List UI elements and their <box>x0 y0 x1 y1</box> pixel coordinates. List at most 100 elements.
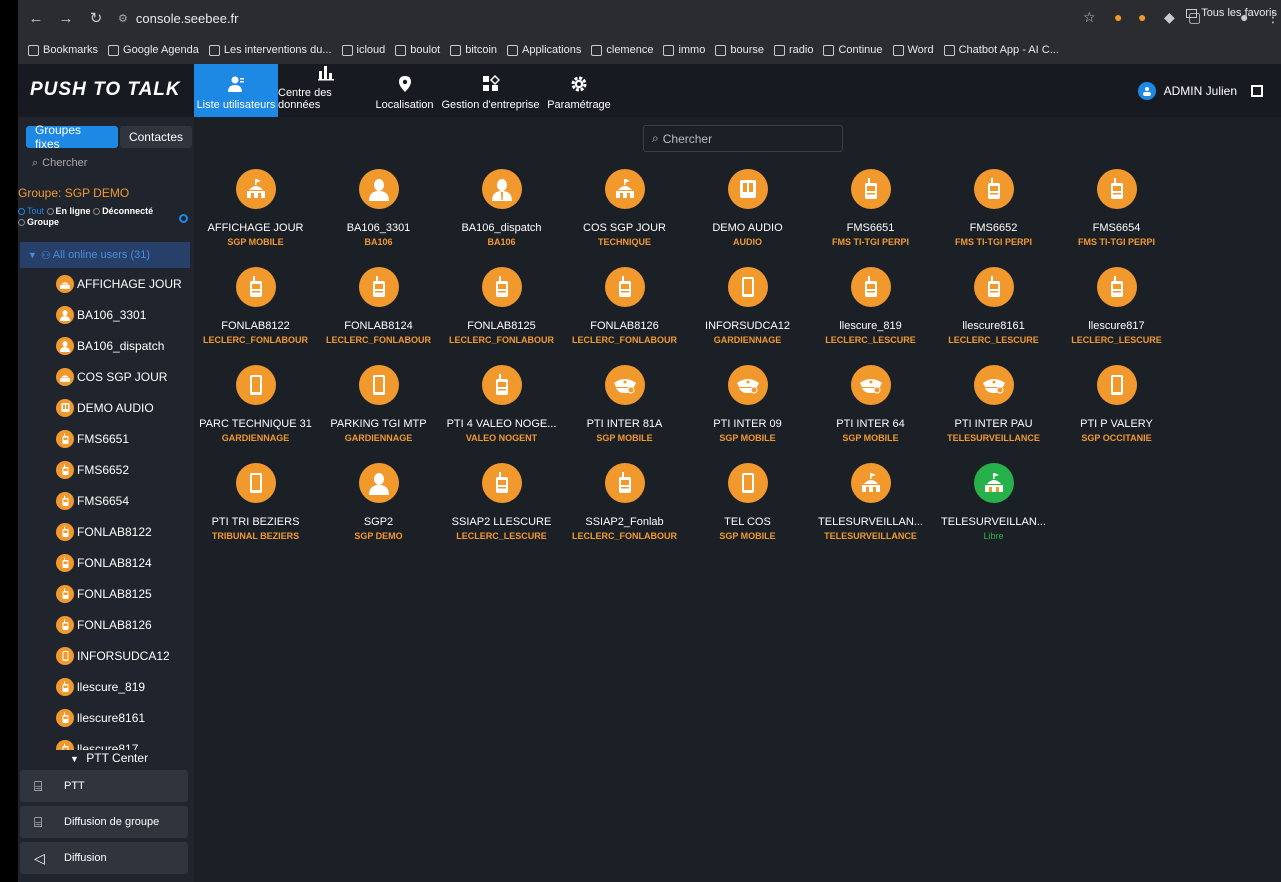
list-item[interactable]: FONLAB8124 <box>18 547 194 578</box>
filter-groupe[interactable]: Groupe <box>18 217 59 227</box>
list-item[interactable]: FONLAB8125 <box>18 578 194 609</box>
user-card[interactable]: llescure817 LECLERC_LESCURE <box>1055 267 1178 363</box>
list-item[interactable]: FONLAB8122 <box>18 516 194 547</box>
user-card[interactable]: TELESURVEILLAN... Libre <box>932 463 1055 559</box>
list-item[interactable]: BA106_3301 <box>18 299 194 330</box>
ptt-button[interactable]: ⌸ PTT <box>20 770 188 802</box>
main-search-input[interactable]: ⌕ Chercher <box>643 125 843 152</box>
list-item[interactable]: llescure8161 <box>18 702 194 733</box>
filter-en-ligne[interactable]: En ligne <box>46 206 91 216</box>
user-card[interactable]: PTI INTER 64 SGP MOBILE <box>809 365 932 461</box>
bookmark-item[interactable]: Google Agenda <box>108 44 199 56</box>
extension-icon[interactable]: ◆ <box>1164 9 1175 26</box>
user-card[interactable]: PTI INTER 09 SGP MOBILE <box>686 365 809 461</box>
list-item[interactable]: FMS6651 <box>18 423 194 454</box>
site-info-icon[interactable]: ⚙ <box>118 12 128 25</box>
tab-gestion-d-entreprise[interactable]: Gestion d'entreprise <box>435 64 546 117</box>
bookmark-item[interactable]: Chatbot App - AI C... <box>943 44 1059 56</box>
url-input[interactable]: ⚙ console.seebee.fr <box>110 6 1070 30</box>
user-card[interactable]: FONLAB8122 LECLERC_FONLABOUR <box>194 267 317 363</box>
broadcast-button[interactable]: ◁ Diffusion <box>20 842 188 874</box>
all-bookmarks[interactable]: Tous les favoris <box>1186 7 1277 19</box>
user-card[interactable]: AFFICHAGE JOUR SGP MOBILE <box>194 169 317 265</box>
fullscreen-icon[interactable] <box>1251 85 1263 97</box>
forward-icon[interactable]: → <box>54 10 78 27</box>
tab-localisation[interactable]: Localisation <box>374 64 435 117</box>
bookmark-item[interactable]: bourse <box>715 44 764 56</box>
user-card[interactable]: FONLAB8124 LECLERC_FONLABOUR <box>317 267 440 363</box>
bookmark-item[interactable]: bitcoin <box>450 44 497 56</box>
bookmark-item[interactable]: Les interventions du... <box>208 44 332 56</box>
filter-tout[interactable]: Tout <box>18 206 44 216</box>
bookmark-item[interactable]: icloud <box>341 44 385 56</box>
tab-contactes[interactable]: Contactes <box>119 126 192 148</box>
bookmark-label: Bookmarks <box>43 44 99 56</box>
list-item[interactable]: llescure_819 <box>18 671 194 702</box>
reload-icon[interactable]: ↻ <box>84 9 108 27</box>
star-icon[interactable]: ☆ <box>1083 9 1096 26</box>
card-group: BA106 <box>487 237 516 247</box>
user-card[interactable]: PTI INTER PAU TELESURVEILLANCE <box>932 365 1055 461</box>
user-card[interactable]: TELESURVEILLAN... TELESURVEILLANCE <box>809 463 932 559</box>
online-users-header[interactable]: ▼ ⚇ All online users (31) <box>20 242 190 268</box>
user-card[interactable]: BA106_3301 BA106 <box>317 169 440 265</box>
admin-user[interactable]: ADMIN Julien <box>1137 82 1263 100</box>
list-item[interactable]: BA106_dispatch <box>18 330 194 361</box>
user-card[interactable]: BA106_dispatch BA106 <box>440 169 563 265</box>
bookmark-item[interactable]: clemence <box>591 44 653 56</box>
user-name: FMS6651 <box>77 431 130 446</box>
card-group: LECLERC_FONLABOUR <box>449 335 554 345</box>
user-card[interactable]: PARC TECHNIQUE 31 GARDIENNAGE <box>194 365 317 461</box>
card-group: LECLERC_LESCURE <box>825 335 916 345</box>
bookmark-item[interactable]: Continue <box>823 44 883 56</box>
bookmark-item[interactable]: boulot <box>395 44 440 56</box>
bookmark-item[interactable]: Bookmarks <box>28 44 98 56</box>
back-icon[interactable]: ← <box>24 10 48 27</box>
ptt-center-toggle[interactable]: ▼ PTT Center <box>70 751 148 765</box>
card-name: INFORSUDCA12 <box>705 320 790 332</box>
user-card[interactable]: PTI P VALERY SGP OCCITANIE <box>1055 365 1178 461</box>
bookmark-item[interactable]: Applications <box>507 44 581 56</box>
user-card[interactable]: COS SGP JOUR TECHNIQUE <box>563 169 686 265</box>
bookmark-item[interactable]: immo <box>663 44 705 56</box>
user-card[interactable]: SSIAP2_Fonlab LECLERC_FONLABOUR <box>563 463 686 559</box>
bookmark-item[interactable]: Word <box>892 44 934 56</box>
phone-icon <box>727 267 768 307</box>
list-item[interactable]: DEMO AUDIO <box>18 392 194 423</box>
user-card[interactable]: llescure_819 LECLERC_LESCURE <box>809 267 932 363</box>
list-item[interactable]: AFFICHAGE JOUR <box>18 268 194 299</box>
user-card[interactable]: FMS6652 FMS TI-TGI PERPI <box>932 169 1055 265</box>
list-item[interactable]: INFORSUDCA12 <box>18 640 194 671</box>
bookmark-item[interactable]: radio <box>773 44 813 56</box>
user-card[interactable]: DEMO AUDIO AUDIO <box>686 169 809 265</box>
group-broadcast-button[interactable]: ⌸ Diffusion de groupe <box>20 806 188 838</box>
user-card[interactable]: TEL COS SGP MOBILE <box>686 463 809 559</box>
refresh-icon[interactable] <box>179 214 188 223</box>
extension-icon[interactable]: ● <box>1114 9 1122 25</box>
user-card[interactable]: SGP2 SGP DEMO <box>317 463 440 559</box>
user-card[interactable]: PTI INTER 81A SGP MOBILE <box>563 365 686 461</box>
tab-liste-utilisateurs[interactable]: Liste utilisateurs <box>194 64 278 117</box>
card-name: COS SGP JOUR <box>583 222 666 234</box>
list-item[interactable]: FMS6652 <box>18 454 194 485</box>
filter-deconnecte[interactable]: Déconnecté <box>93 206 153 216</box>
user-card[interactable]: FMS6651 FMS TI-TGI PERPI <box>809 169 932 265</box>
user-card[interactable]: FONLAB8126 LECLERC_FONLABOUR <box>563 267 686 363</box>
user-card[interactable]: llescure8161 LECLERC_LESCURE <box>932 267 1055 363</box>
user-card[interactable]: INFORSUDCA12 GARDIENNAGE <box>686 267 809 363</box>
user-card[interactable]: PTI 4 VALEO NOGE... VALEO NOGENT <box>440 365 563 461</box>
list-item[interactable]: FONLAB8126 <box>18 609 194 640</box>
sidebar-search-input[interactable]: ⌕ Chercher <box>26 153 186 173</box>
list-item[interactable]: FMS6654 <box>18 485 194 516</box>
user-card[interactable]: SSIAP2 LLESCURE LECLERC_LESCURE <box>440 463 563 559</box>
user-card[interactable]: FMS6654 FMS TI-TGI PERPI <box>1055 169 1178 265</box>
extension-icon[interactable]: ● <box>1138 9 1146 25</box>
list-item[interactable]: llescure817 <box>18 733 194 750</box>
tab-param-trage[interactable]: Paramétrage <box>546 64 612 117</box>
user-card[interactable]: PTI TRI BEZIERS TRIBUNAL BEZIERS <box>194 463 317 559</box>
tab-groupes-fixes[interactable]: Groupes fixes <box>26 123 118 151</box>
user-card[interactable]: FONLAB8125 LECLERC_FONLABOUR <box>440 267 563 363</box>
list-item[interactable]: COS SGP JOUR <box>18 361 194 392</box>
tab-centre-des-donn-es[interactable]: Centre des données <box>278 64 374 117</box>
user-card[interactable]: PARKING TGI MTP GARDIENNAGE <box>317 365 440 461</box>
